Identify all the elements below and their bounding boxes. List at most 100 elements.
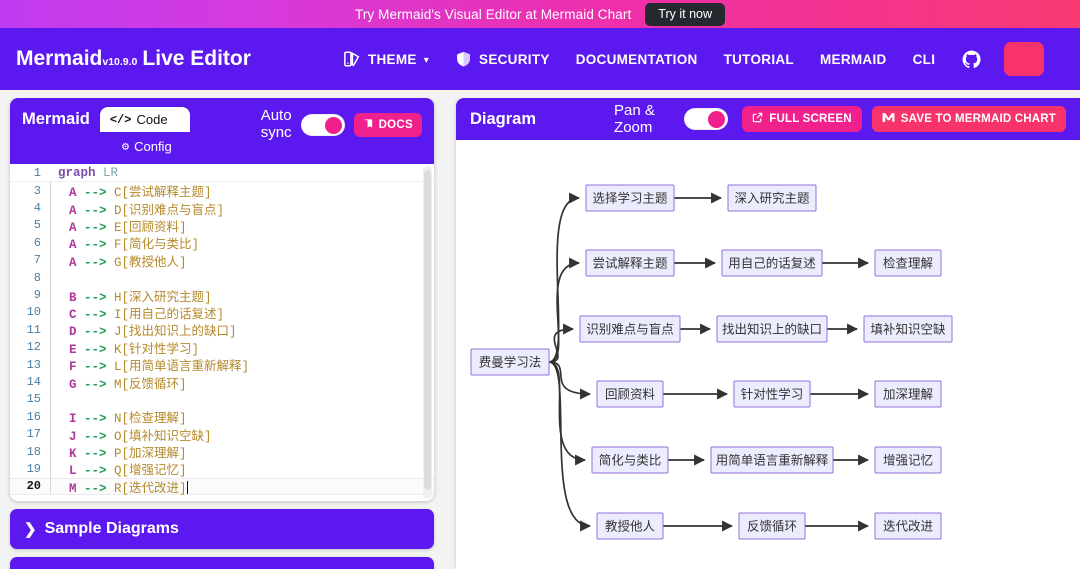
diagram-node[interactable]: 选择学习主题 [585,184,675,212]
code-text: K --> P[加深理解] [69,447,187,462]
diagram-node[interactable]: 费曼学习法 [470,348,550,376]
diagram-node-label: 用自己的话复述 [728,255,816,270]
nav-item-cli[interactable]: CLI [913,52,936,67]
code-line[interactable]: 6 A --> F[简化与类比] [10,234,434,252]
code-line[interactable]: 4 A --> D[识别难点与盲点] [10,199,434,218]
code-line[interactable]: 18 K --> P[加深理解] [10,442,434,462]
diagram-node-label: 回顾资料 [605,387,656,401]
code-line[interactable]: 1 graph LR [10,164,434,182]
navbar-cta-button[interactable] [1004,42,1045,76]
diagram-node[interactable]: 用自己的话复述 [721,249,823,277]
line-number: 4 [33,201,41,216]
code-scroll-thumb[interactable] [424,170,431,490]
auto-sync-group: Auto sync DOCS [261,107,422,142]
code-text: A --> D[识别难点与盲点] [69,203,225,218]
line-number: 14 [26,374,41,389]
tab-config[interactable]: ⚙ Config [100,134,200,159]
try-it-now-button[interactable]: Try it now [645,2,726,26]
chevron-down-icon: ▾ [423,54,430,66]
diagram-node[interactable]: 迭代改进 [874,512,942,540]
diagram-node[interactable]: 加深理解 [874,380,942,408]
diagram-node[interactable]: 教授他人 [596,512,664,540]
diagram-graph: 费曼学习法 选择学习主题尝试解释主题识别难点与盲点回顾资料简化与类比教授他人 深入研… [470,184,953,540]
diagram-node[interactable]: 深入研究主题 [727,184,817,212]
code-text: L --> Q[增强记忆] [69,464,187,479]
secondary-accordion[interactable] [10,557,434,569]
nav-item-github[interactable] [961,49,982,70]
promo-banner: Try Mermaid's Visual Editor at Mermaid C… [0,0,1080,28]
nav-item-theme-label: THEME [367,51,417,67]
code-editor[interactable]: 1 graph LR 3 A --> C[尝试解释主题] 4 A --> D[识别难点与盲… [10,164,434,501]
diagram-node-label: 用简单语言重新解释 [716,452,829,467]
diagram-canvas[interactable]: 费曼学习法 选择学习主题 尝试解释主题 识别难点与盲点回顾资料简化与类比教授他人 深入研… [456,140,1080,569]
code-line[interactable]: 19 L --> Q[增强记忆] [10,460,434,479]
full-screen-button[interactable]: FULL SCREEN [742,106,862,132]
line-number: 16 [26,409,41,424]
diagram-node[interactable]: 识别难点与盲点 [579,315,681,343]
diagram-node[interactable]: 反馈循环 [738,512,806,540]
diagram-node[interactable]: 增强记忆 [874,446,942,474]
diagram-node[interactable]: 用简单语言重新解释 [710,446,834,474]
shield-icon [455,50,472,68]
nav-item-mermaid[interactable]: MERMAID [820,52,887,67]
sample-diagrams-label: Sample Diagrams [44,520,179,537]
code-text: B --> H[深入研究主题] [69,290,212,305]
diagram-node[interactable]: 找出知识上的缺口 [716,315,828,343]
nav-item-theme[interactable]: THEME ▾ [343,50,429,68]
code-text: I --> N[检查理解] [69,412,187,427]
diagram-node[interactable]: 尝试解释主题 [585,249,675,277]
editor-tabs: </> Code ⚙ Config [99,107,200,159]
nav-item-documentation-label: DOCUMENTATION [575,51,698,67]
code-line[interactable]: 11 D --> J[找出知识上的缺口] [10,321,434,340]
code-text: G --> M[反馈循环] [69,377,187,392]
panzoom-group: Pan & Zoom [614,102,729,136]
diagram-node[interactable]: 针对性学习 [733,380,811,408]
code-line[interactable]: 13 F --> L[用简单语言重新解释] [10,355,434,374]
nav-item-security[interactable]: SECURITY [455,50,550,68]
code-text: A --> E[回顾资料] [69,220,187,235]
diagram-node[interactable]: 填补知识空缺 [863,315,953,343]
code-text: D --> J[找出知识上的缺口] [69,325,237,340]
code-line[interactable]: 16 I --> N[检查理解] [10,408,434,427]
code-text: J --> O[填补知识空缺] [69,429,212,444]
nav-item-tutorial[interactable]: TUTORIAL [724,52,794,67]
code-line[interactable]: 15 [10,390,434,409]
sample-diagrams-accordion[interactable]: ❯ Sample Diagrams [10,509,434,549]
code-line[interactable]: 8 [10,268,434,287]
code-line[interactable]: 14 G --> M[反馈循环] [10,373,434,392]
code-scrollbar[interactable] [423,166,432,499]
brand-logo[interactable]: Mermaid v10.9.0 Live Editor [16,47,251,71]
auto-sync-toggle[interactable] [300,113,345,136]
tab-config-label: Config [134,139,172,154]
code-line[interactable]: 20 M --> R[迭代改进] [10,477,434,496]
code-text: A --> C[尝试解释主题] [69,186,212,201]
code-line[interactable]: 7 A --> G[教授他人] [10,251,434,270]
chevron-right-icon: ❯ [24,521,37,538]
code-line[interactable]: 9 B --> H[深入研究主题] [10,286,434,305]
diagram-node-label: 检查理解 [883,255,933,270]
code-line[interactable]: 5 A --> E[回顾资料] [10,216,434,235]
nav-item-documentation[interactable]: DOCUMENTATION [576,52,698,67]
code-line[interactable]: 10 C --> I[用自己的话复述] [10,303,434,322]
diagram-node[interactable]: 检查理解 [874,249,942,277]
diagram-column: Diagram Pan & Zoom FULL SCREEN SAVE TO M… [444,98,1080,569]
code-line[interactable]: 12 E --> K[针对性学习] [10,338,434,357]
tab-code[interactable]: </> Code [99,107,190,132]
diagram-node-label: 填补知识空缺 [870,321,946,336]
panzoom-toggle[interactable] [684,108,729,130]
diagram-node[interactable]: 简化与类比 [591,446,669,474]
code-text: graph LR [58,165,119,180]
github-icon [961,49,982,70]
line-number: 1 [33,165,41,180]
line-number: 10 [26,305,41,320]
navbar: Mermaid v10.9.0 Live Editor THEME ▾ SECU… [0,28,1080,90]
diagram-panel: Diagram Pan & Zoom FULL SCREEN SAVE TO M… [456,98,1080,569]
save-to-mermaid-chart-button[interactable]: SAVE TO MERMAID CHART [871,106,1066,132]
code-icon: </> [109,112,132,127]
docs-button[interactable]: DOCS [353,112,422,137]
diagram-node-label: 迭代改进 [883,519,934,533]
diagram-node[interactable]: 回顾资料 [596,380,664,408]
brand-name: Mermaid [16,47,103,70]
code-line[interactable]: 17 J --> O[填补知识空缺] [10,425,434,444]
code-line[interactable]: 3 A --> C[尝试解释主题] [10,182,434,201]
